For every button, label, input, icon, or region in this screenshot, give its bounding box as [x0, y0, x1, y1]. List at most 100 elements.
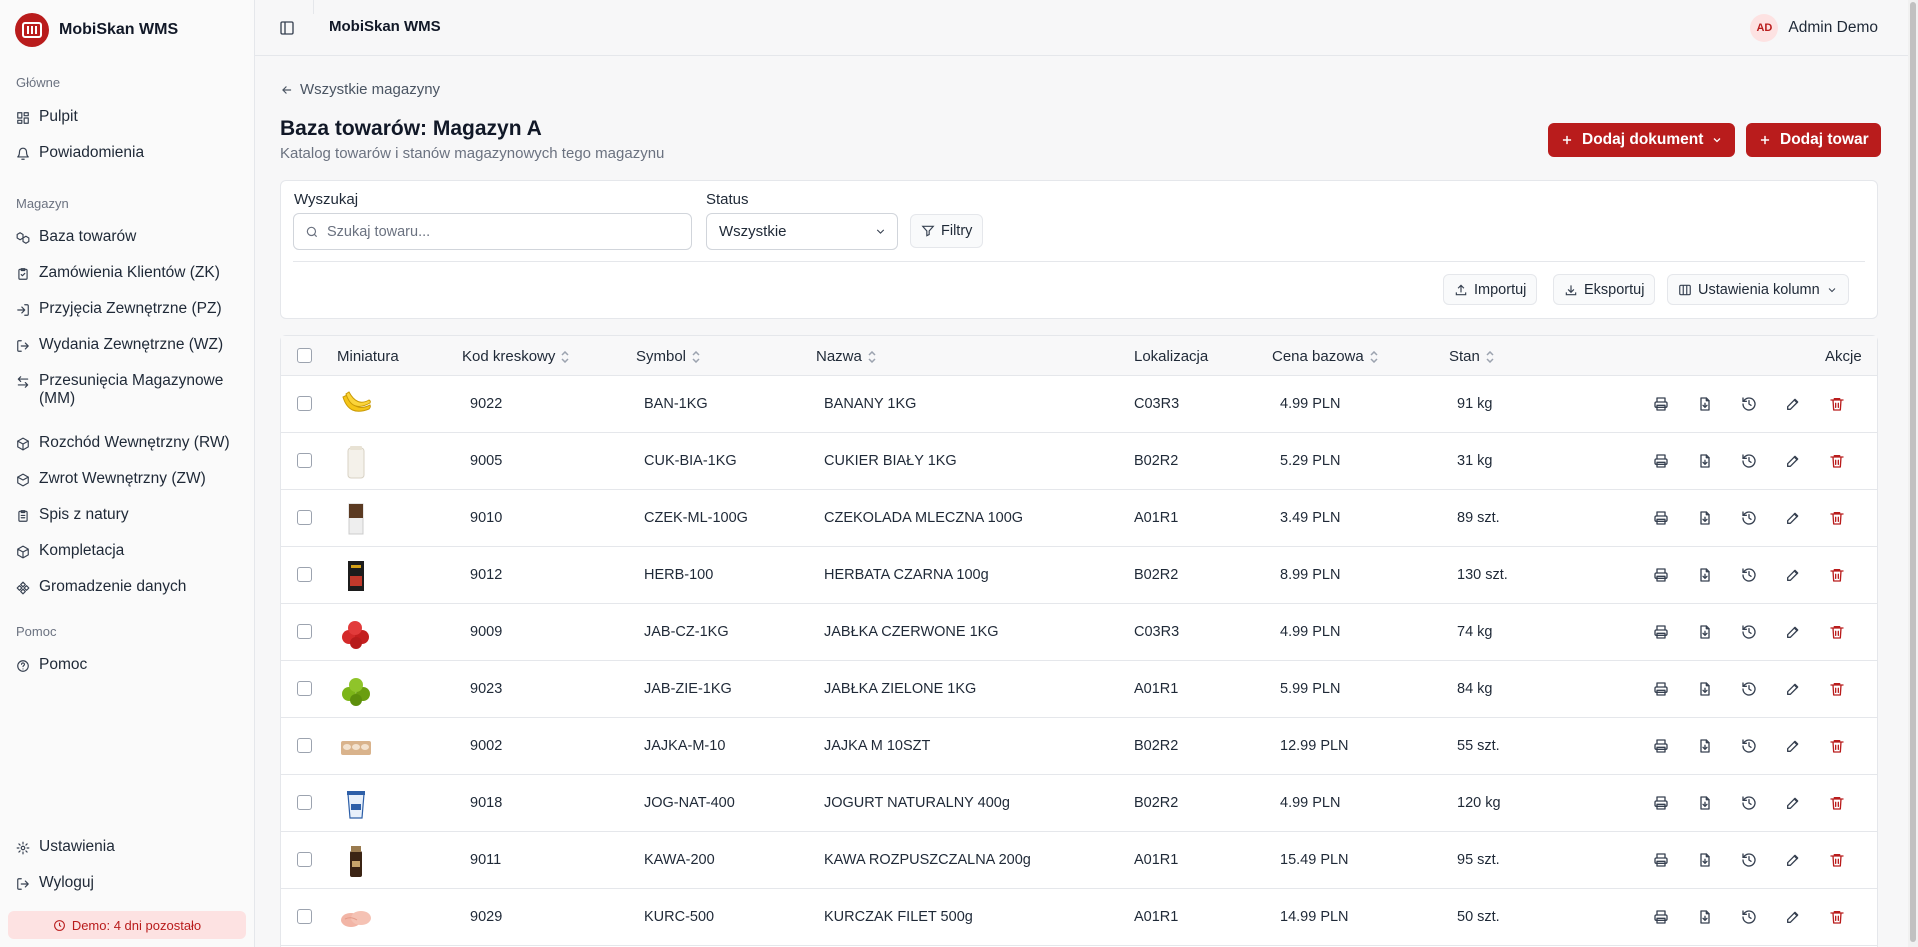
history-icon[interactable]	[1739, 508, 1759, 528]
file-icon[interactable]	[1695, 736, 1715, 756]
trash-icon[interactable]	[1827, 622, 1847, 642]
add-product-button[interactable]: Dodaj towar	[1746, 123, 1881, 157]
trash-icon[interactable]	[1827, 850, 1847, 870]
trash-icon[interactable]	[1827, 679, 1847, 699]
edit-icon[interactable]	[1783, 736, 1803, 756]
sidebar-item[interactable]: Przesunięcia Magazynowe (MM)	[16, 372, 244, 408]
trash-icon[interactable]	[1827, 793, 1847, 813]
row-checkbox[interactable]	[297, 510, 312, 525]
sidebar-item[interactable]: Kompletacja	[16, 542, 244, 560]
edit-icon[interactable]	[1783, 622, 1803, 642]
file-icon[interactable]	[1695, 793, 1715, 813]
back-link[interactable]: Wszystkie magazyny	[280, 81, 440, 98]
col-price[interactable]: Cena bazowa	[1272, 348, 1379, 365]
col-stock[interactable]: Stan	[1449, 348, 1495, 365]
history-icon[interactable]	[1739, 793, 1759, 813]
table-row[interactable]: 9018 JOG-NAT-400 JOGURT NATURALNY 400g B02R…	[281, 775, 1877, 832]
row-checkbox[interactable]	[297, 681, 312, 696]
print-icon[interactable]	[1651, 793, 1671, 813]
print-icon[interactable]	[1651, 736, 1671, 756]
sidebar-item[interactable]: Pomoc	[16, 656, 244, 674]
table-row[interactable]: 9022 BAN-1KG BANANY 1KG C03R3 4.99 PLN 91 kg	[281, 376, 1877, 433]
row-checkbox[interactable]	[297, 909, 312, 924]
file-icon[interactable]	[1695, 622, 1715, 642]
file-icon[interactable]	[1695, 907, 1715, 927]
sidebar-item[interactable]: Zamówienia Klientów (ZK)	[16, 264, 244, 282]
col-name[interactable]: Nazwa	[816, 348, 877, 365]
search-input[interactable]: Szukaj towaru...	[293, 213, 692, 250]
user-menu[interactable]: AD Admin Demo	[1750, 14, 1878, 42]
edit-icon[interactable]	[1783, 850, 1803, 870]
trash-icon[interactable]	[1827, 736, 1847, 756]
sidebar-item[interactable]: Baza towarów	[16, 228, 244, 246]
file-icon[interactable]	[1695, 451, 1715, 471]
file-icon[interactable]	[1695, 850, 1715, 870]
print-icon[interactable]	[1651, 508, 1671, 528]
sidebar-footer-item[interactable]: Wyloguj	[16, 874, 244, 892]
table-row[interactable]: 9012 HERB-100 HERBATA CZARNA 100g B02R2 8.99…	[281, 547, 1877, 604]
print-icon[interactable]	[1651, 565, 1671, 585]
file-icon[interactable]	[1695, 679, 1715, 699]
history-icon[interactable]	[1739, 736, 1759, 756]
sidebar-item[interactable]: Pulpit	[16, 108, 244, 126]
trash-icon[interactable]	[1827, 394, 1847, 414]
edit-icon[interactable]	[1783, 565, 1803, 585]
print-icon[interactable]	[1651, 451, 1671, 471]
add-document-button[interactable]: Dodaj dokument	[1548, 123, 1736, 157]
file-icon[interactable]	[1695, 394, 1715, 414]
history-icon[interactable]	[1739, 622, 1759, 642]
history-icon[interactable]	[1739, 907, 1759, 927]
file-icon[interactable]	[1695, 565, 1715, 585]
table-row[interactable]: 9009 JAB-CZ-1KG JABŁKA CZERWONE 1KG C03R3 4.…	[281, 604, 1877, 661]
table-row[interactable]: 9010 CZEK-ML-100G CZEKOLADA MLECZNA 100G A0…	[281, 490, 1877, 547]
history-icon[interactable]	[1739, 451, 1759, 471]
row-checkbox[interactable]	[297, 624, 312, 639]
table-row[interactable]: 9029 KURC-500 KURCZAK FILET 500g A01R1 14.99…	[281, 889, 1877, 946]
column-settings-button[interactable]: Ustawienia kolumn	[1667, 274, 1849, 305]
export-button[interactable]: Eksportuj	[1553, 274, 1656, 305]
table-row[interactable]: 9005 CUK-BIA-1KG CUKIER BIAŁY 1KG B02R2 5.29…	[281, 433, 1877, 490]
brand[interactable]: MobiSkan WMS	[15, 13, 178, 47]
sidebar-item[interactable]: Wydania Zewnętrzne (WZ)	[16, 336, 244, 354]
history-icon[interactable]	[1739, 850, 1759, 870]
history-icon[interactable]	[1739, 679, 1759, 699]
print-icon[interactable]	[1651, 394, 1671, 414]
sidebar-item[interactable]: Rozchód Wewnętrzny (RW)	[16, 434, 244, 452]
sidebar-item[interactable]: Spis z natury	[16, 506, 244, 524]
history-icon[interactable]	[1739, 565, 1759, 585]
row-checkbox[interactable]	[297, 738, 312, 753]
scrollbar-thumb[interactable]	[1910, 2, 1916, 942]
trash-icon[interactable]	[1827, 451, 1847, 471]
row-checkbox[interactable]	[297, 795, 312, 810]
row-checkbox[interactable]	[297, 852, 312, 867]
col-barcode[interactable]: Kod kreskowy	[462, 348, 570, 365]
print-icon[interactable]	[1651, 850, 1671, 870]
print-icon[interactable]	[1651, 622, 1671, 642]
sidebar-toggle-icon[interactable]	[279, 20, 295, 41]
row-checkbox[interactable]	[297, 453, 312, 468]
sidebar-item[interactable]: Powiadomienia	[16, 144, 244, 162]
status-select[interactable]: Wszystkie	[706, 213, 898, 250]
page-scrollbar[interactable]	[1908, 0, 1918, 947]
edit-icon[interactable]	[1783, 394, 1803, 414]
print-icon[interactable]	[1651, 679, 1671, 699]
trash-icon[interactable]	[1827, 907, 1847, 927]
table-row[interactable]: 9011 KAWA-200 KAWA ROZPUSZCZALNA 200g A01R1…	[281, 832, 1877, 889]
trash-icon[interactable]	[1827, 508, 1847, 528]
sidebar-item[interactable]: Zwrot Wewnętrzny (ZW)	[16, 470, 244, 488]
trash-icon[interactable]	[1827, 565, 1847, 585]
row-checkbox[interactable]	[297, 396, 312, 411]
sidebar-item[interactable]: Przyjęcia Zewnętrzne (PZ)	[16, 300, 244, 318]
history-icon[interactable]	[1739, 394, 1759, 414]
table-row[interactable]: 9023 JAB-ZIE-1KG JABŁKA ZIELONE 1KG A01R1 5.…	[281, 661, 1877, 718]
print-icon[interactable]	[1651, 907, 1671, 927]
filters-button[interactable]: Filtry	[910, 214, 984, 248]
file-icon[interactable]	[1695, 508, 1715, 528]
sidebar-item[interactable]: Gromadzenie danych	[16, 578, 244, 596]
table-row[interactable]: 9002 JAJKA-M-10 JAJKA M 10SZT B02R2 12.99 PL…	[281, 718, 1877, 775]
row-checkbox[interactable]	[297, 567, 312, 582]
import-button[interactable]: Importuj	[1443, 274, 1538, 305]
select-all-checkbox[interactable]	[297, 348, 312, 363]
edit-icon[interactable]	[1783, 793, 1803, 813]
edit-icon[interactable]	[1783, 907, 1803, 927]
